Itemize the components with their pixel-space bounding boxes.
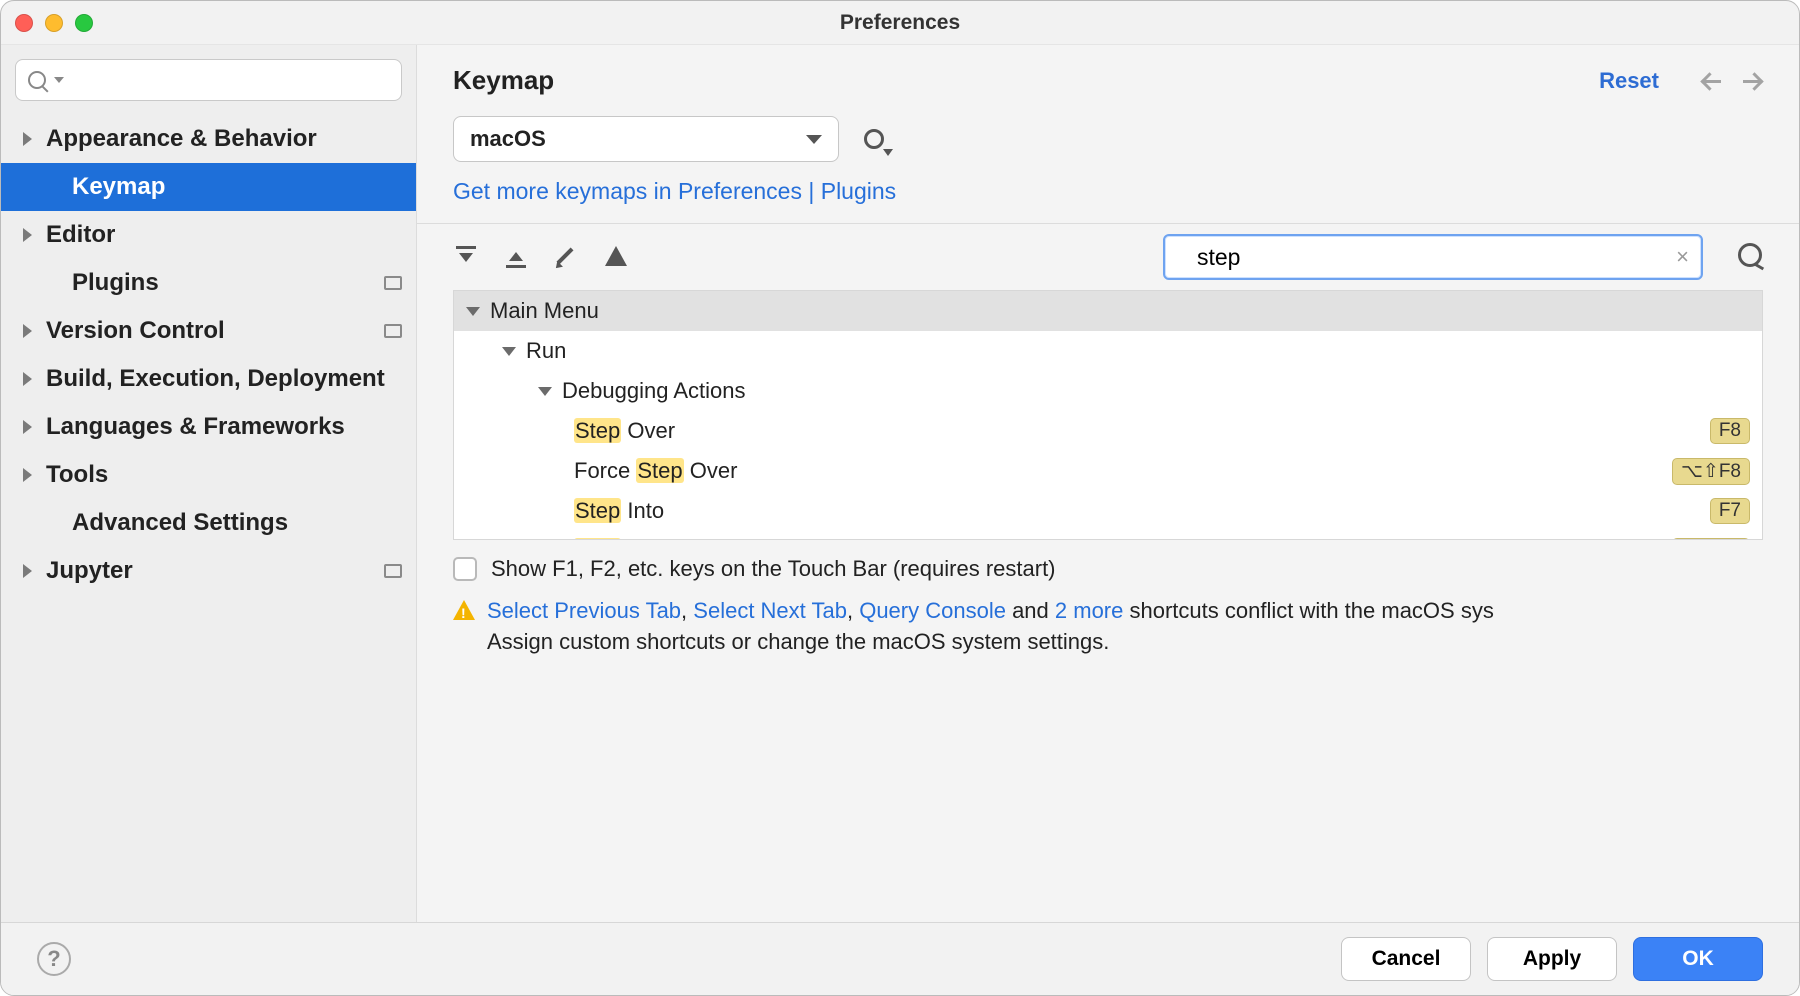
sidebar-item-label: Version Control — [46, 317, 370, 345]
sidebar-item-label: Languages & Frameworks — [46, 413, 402, 441]
ok-button[interactable]: OK — [1633, 937, 1763, 981]
warning-icon — [453, 600, 475, 620]
action-label: Step Over — [574, 418, 1710, 444]
sidebar-item-advanced-settings[interactable]: Advanced Settings — [1, 499, 416, 547]
chevron-right-icon — [23, 420, 32, 434]
sidebar-item-languages-frameworks[interactable]: Languages & Frameworks — [1, 403, 416, 451]
find-by-shortcut-icon[interactable] — [1735, 243, 1763, 271]
sidebar-item-build-execution-deployment[interactable]: Build, Execution, Deployment — [1, 355, 416, 403]
clear-icon[interactable]: × — [1676, 244, 1689, 270]
actions-tree[interactable]: Main Menu Run Debugging Actions Step OverF8… — [453, 290, 1763, 540]
more-keymaps-link[interactable]: Get more keymaps in Preferences | Plugin… — [417, 162, 1799, 223]
action-search-input[interactable] — [1197, 244, 1666, 271]
sidebar-item-label: Build, Execution, Deployment — [46, 365, 402, 393]
touchbar-label: Show F1, F2, etc. keys on the Touch Bar … — [491, 556, 1056, 582]
tree-row[interactable]: Main Menu — [454, 291, 1762, 331]
expand-all-icon[interactable] — [453, 244, 479, 270]
chevron-down-icon — [466, 307, 480, 316]
conflict-link[interactable]: Select Next Tab — [693, 598, 847, 623]
action-label: Step Into — [574, 498, 1710, 524]
apply-button[interactable]: Apply — [1487, 937, 1617, 981]
footer: ? Cancel Apply OK — [1, 922, 1799, 995]
action-label: Main Menu — [490, 298, 1750, 324]
scheme-value: macOS — [470, 126, 806, 152]
tree-row[interactable]: Debugging Actions — [454, 371, 1762, 411]
tree-row[interactable]: Step IntoF7 — [454, 491, 1762, 531]
action-label: Force Step Over — [574, 458, 1672, 484]
sidebar-search[interactable] — [15, 59, 402, 101]
show-conflicts-icon[interactable] — [603, 244, 629, 270]
keymap-scheme-select[interactable]: macOS — [453, 116, 839, 162]
edit-shortcut-icon[interactable] — [553, 244, 579, 270]
sidebar-search-input[interactable] — [72, 69, 389, 91]
tree-row[interactable]: Step OverF8 — [454, 411, 1762, 451]
shortcut-badge: ⌥⇧F8 — [1672, 458, 1750, 485]
sidebar-item-jupyter[interactable]: Jupyter — [1, 547, 416, 595]
main-panel: Keymap Reset macOS Get more keymaps in P… — [417, 45, 1799, 922]
chevron-right-icon — [23, 228, 32, 242]
titlebar: Preferences — [1, 1, 1799, 45]
cancel-button[interactable]: Cancel — [1341, 937, 1471, 981]
project-level-icon — [384, 324, 402, 338]
sidebar-item-label: Plugins — [72, 269, 370, 297]
history-forward-icon[interactable] — [1741, 70, 1763, 92]
conflict-text: Select Previous Tab, Select Next Tab, Qu… — [487, 596, 1494, 658]
shortcut-badge: F7 — [1710, 498, 1750, 524]
action-search[interactable]: × — [1163, 234, 1703, 280]
sidebar-item-tools[interactable]: Tools — [1, 451, 416, 499]
tree-row[interactable]: Run — [454, 331, 1762, 371]
tree-row[interactable]: Force Step Over⌥⇧F8 — [454, 451, 1762, 491]
sidebar-item-label: Advanced Settings — [72, 509, 402, 537]
sidebar-item-label: Appearance & Behavior — [46, 125, 402, 153]
conflict-banner: Select Previous Tab, Select Next Tab, Qu… — [417, 586, 1799, 674]
chevron-right-icon — [23, 132, 32, 146]
sidebar-item-label: Tools — [46, 461, 402, 489]
gear-icon[interactable] — [861, 126, 887, 152]
chevron-right-icon — [23, 564, 32, 578]
conflict-link[interactable]: 2 more — [1055, 598, 1123, 623]
conflict-link[interactable]: Select Previous Tab — [487, 598, 681, 623]
sidebar: Appearance & Behavior Keymap Editor Plugins… — [1, 45, 417, 922]
sidebar-item-editor[interactable]: Editor — [1, 211, 416, 259]
chevron-down-icon — [502, 347, 516, 356]
tree-toolbar: × — [417, 224, 1799, 290]
touchbar-checkbox[interactable] — [453, 557, 477, 581]
chevron-down-icon — [806, 135, 822, 144]
action-label: Debugging Actions — [562, 378, 1750, 404]
tree-row[interactable]: Step Into My Code⌥⇧F7 — [454, 531, 1762, 540]
project-level-icon — [384, 276, 402, 290]
action-label: Run — [526, 338, 1750, 364]
sidebar-item-appearance-behavior[interactable]: Appearance & Behavior — [1, 115, 416, 163]
chevron-right-icon — [23, 324, 32, 338]
chevron-right-icon — [23, 372, 32, 386]
chevron-down-icon — [54, 77, 64, 83]
sidebar-item-plugins[interactable]: Plugins — [1, 259, 416, 307]
search-icon — [28, 71, 46, 89]
chevron-right-icon — [23, 468, 32, 482]
sidebar-nav: Appearance & Behavior Keymap Editor Plugins… — [1, 115, 416, 922]
project-level-icon — [384, 564, 402, 578]
window-title: Preferences — [1, 11, 1799, 35]
page-title: Keymap — [453, 65, 1599, 96]
history-back-icon[interactable] — [1701, 70, 1723, 92]
sidebar-item-version-control[interactable]: Version Control — [1, 307, 416, 355]
chevron-down-icon — [538, 387, 552, 396]
sidebar-item-label: Editor — [46, 221, 402, 249]
reset-link[interactable]: Reset — [1599, 68, 1659, 94]
help-icon[interactable]: ? — [37, 942, 71, 976]
conflict-link[interactable]: Query Console — [859, 598, 1006, 623]
preferences-window: Preferences Appearance & Behavior Keymap E… — [0, 0, 1800, 996]
shortcut-badge: F8 — [1710, 418, 1750, 444]
sidebar-item-keymap[interactable]: Keymap — [1, 163, 416, 211]
sidebar-item-label: Jupyter — [46, 557, 370, 585]
sidebar-item-label: Keymap — [72, 173, 402, 201]
collapse-all-icon[interactable] — [503, 244, 529, 270]
